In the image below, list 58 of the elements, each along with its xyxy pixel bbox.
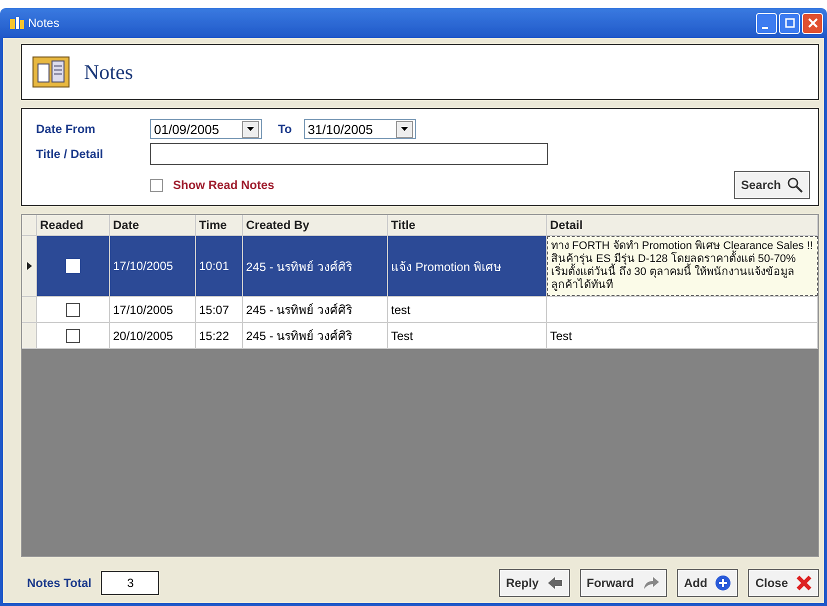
add-button[interactable]: Add [676,569,738,597]
table-cell-text: 245 - นรทิพย์ วงศ์ศิริ [246,302,352,319]
close-icon [808,18,818,28]
page-title: Notes [84,60,133,84]
table-cell: 20/10/2005 [113,328,174,342]
table-cell-text: 245 - นรทิพย์ วงศ์ศิริ [246,258,352,276]
table-cell-text: 245 - นรทิพย์ วงศ์ศิริ [246,328,352,345]
total-label: Notes Total [27,576,92,590]
table-cell: 17/10/2005 [113,259,174,273]
search-icon [787,177,803,193]
table-cell: Test [391,328,414,342]
window-title: Notes [28,16,60,30]
checkbox[interactable] [150,178,163,192]
column-header[interactable]: Readed [37,215,110,235]
maximize-icon [784,18,794,28]
table-cell: Test [550,328,572,342]
minimize-button[interactable] [756,12,777,34]
column-header[interactable]: Created By [243,215,388,235]
notes-icon [32,56,70,88]
column-header[interactable]: Detail [547,215,818,235]
column-header[interactable]: Time [196,215,243,235]
close-button[interactable]: Close [748,569,819,597]
checkbox[interactable] [66,302,80,316]
table-cell: 15:07 [199,302,230,316]
checkbox[interactable] [66,328,80,342]
table-cell: 15:22 [199,328,230,342]
row-pointer-icon [26,262,32,270]
date-from-dropdown[interactable]: 01/09/2005 [150,119,262,139]
forward-arrow-icon [642,576,660,590]
table-cell: 17/10/2005 [113,302,174,316]
close-button[interactable] [802,12,823,34]
field-label: To [278,122,292,136]
table-row[interactable] [22,236,818,297]
field-label: Title / Detail [36,147,104,161]
table-cell-text: แจ้ง Promotion พิเศษ [391,258,502,276]
table-row[interactable]: 20/10/2005 15:22 245 - นรทิพย์ วงศ์ศิริ Test Test [22,323,818,349]
title-detail-field[interactable] [150,143,548,165]
table-row[interactable]: 17/10/2005 15:07 245 - นรทิพย์ วงศ์ศิริ test [22,297,818,323]
plus-icon [715,575,732,591]
app-icon [10,17,24,29]
close-icon [796,575,812,591]
reply-button[interactable]: Reply [498,569,570,597]
caret-icon [247,127,254,131]
arrow-left-icon [546,576,563,590]
maximize-button[interactable] [779,12,800,34]
table-cell: test [391,302,410,316]
table-cell: 10:01 [199,259,230,273]
column-header[interactable]: Date [110,215,196,235]
checkbox-label[interactable]: Show Read Notes [173,178,274,192]
field-label: Date From [36,122,96,136]
forward-button[interactable]: Forward [580,569,667,597]
column-header[interactable]: Title [388,215,547,235]
caret-icon [400,127,408,131]
total-field: 3 [101,571,160,595]
date-to-dropdown[interactable]: 31/10/2005 [304,119,416,139]
search-button[interactable]: Search [734,171,810,199]
table-cell: ทาง FORTH จัดทำ Promotion พิเศษ Clearance Sales !! สินค้ารุ่น ES มีรุ่น D-128 โดยลดราคาตั้งแต่ 50-70% เริ่มตั้งแต่วันนี้ ถึง 30 ตุลาคมนี้ ให้พนักงานแจ้งข้อมูลลูกค้าได้ทันที [551,240,814,292]
minimize-icon [762,27,768,29]
